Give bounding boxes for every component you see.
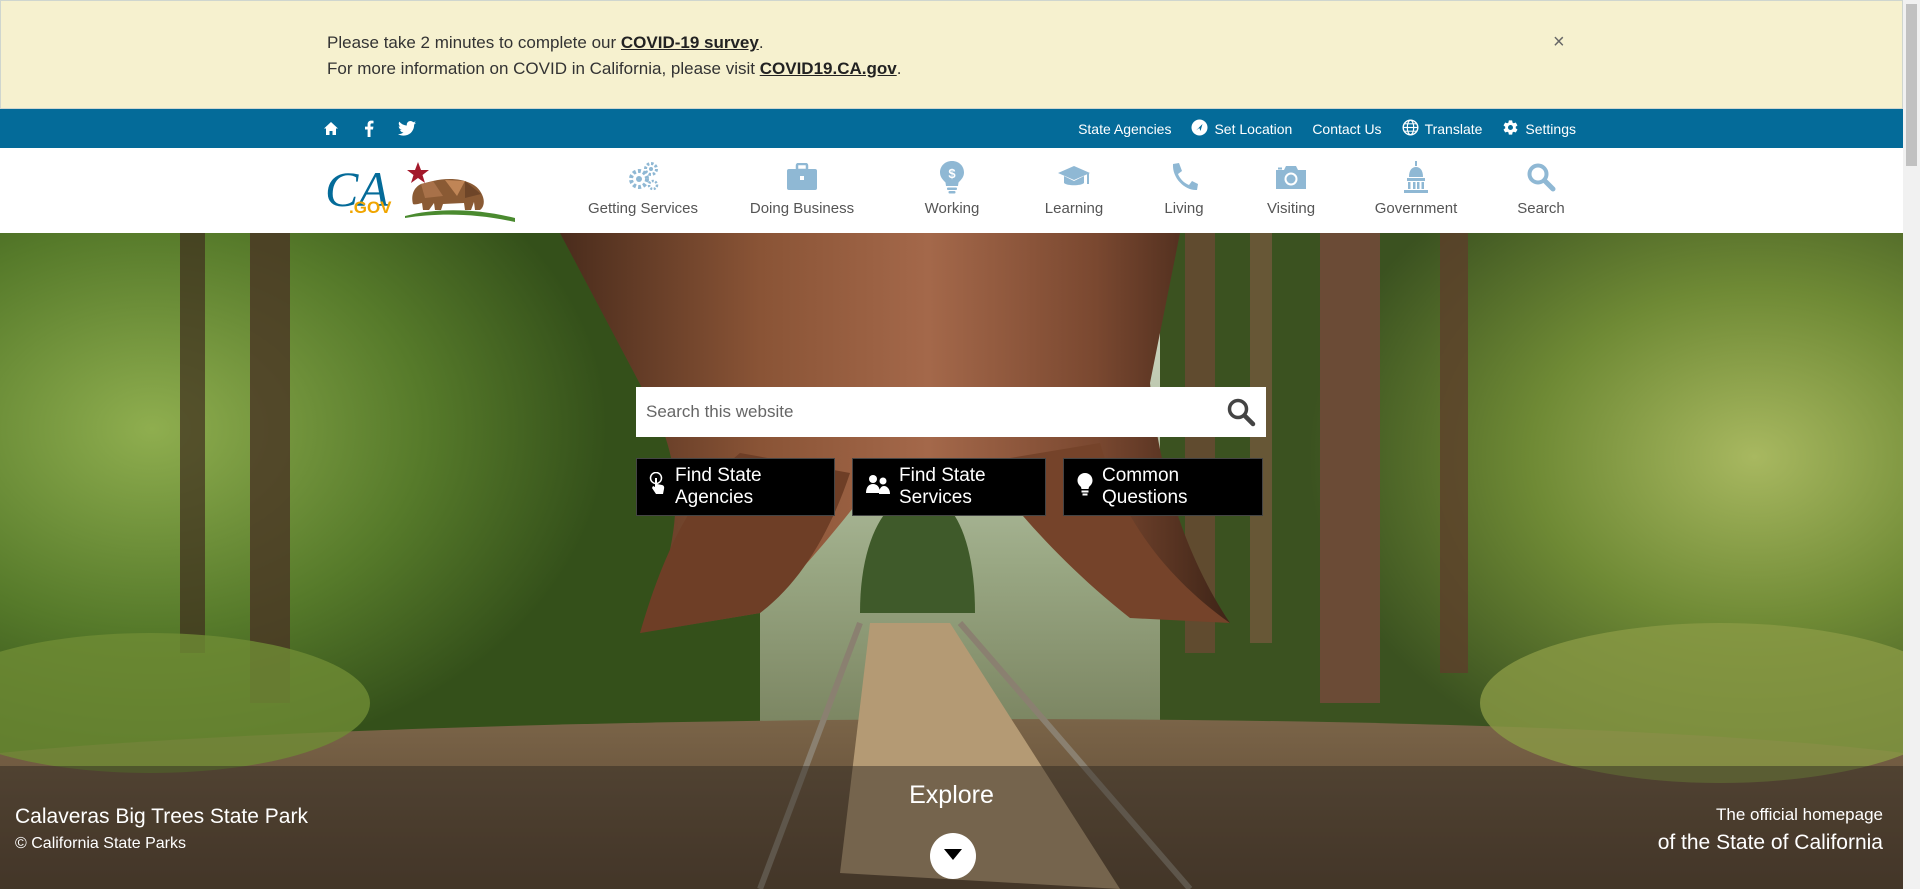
- graduation-cap-icon: [1057, 160, 1091, 194]
- search-icon: [1227, 398, 1256, 427]
- location-icon: [1191, 119, 1208, 139]
- camera-icon: [1274, 160, 1308, 194]
- home-icon[interactable]: [322, 118, 340, 138]
- explore-scroll-button[interactable]: [930, 833, 976, 879]
- nav-menu: Getting Services Doing Business $ Workin…: [570, 148, 1596, 233]
- nav-living[interactable]: Living: [1132, 148, 1236, 233]
- alert-text: Please take 2 minutes to complete our CO…: [327, 30, 901, 82]
- main-navigation: CA .GOV Getting Services Doing Business …: [0, 148, 1903, 234]
- quick-links: Find State Agencies Find State Services …: [636, 458, 1263, 516]
- settings-link[interactable]: Settings: [1502, 119, 1576, 139]
- nav-label: Search: [1517, 200, 1565, 217]
- nav-label: Learning: [1044, 200, 1104, 217]
- search-submit-button[interactable]: [1216, 387, 1266, 437]
- search-icon: [1524, 160, 1558, 194]
- page-scrollbar[interactable]: [1903, 0, 1920, 889]
- briefcase-icon: [785, 160, 819, 194]
- gears-icon: [626, 160, 660, 194]
- facebook-icon[interactable]: [360, 118, 378, 138]
- capitol-icon: [1399, 160, 1433, 194]
- official-homepage-text: The official homepage of the State of Ca…: [1658, 805, 1883, 855]
- photo-caption-credit: © California State Parks: [15, 835, 186, 852]
- find-state-services-button[interactable]: Find State Services: [852, 458, 1046, 516]
- state-agencies-label: State Agencies: [1078, 120, 1172, 137]
- state-agencies-link[interactable]: State Agencies: [1078, 121, 1171, 137]
- lightbulb-dollar-icon: $: [935, 160, 969, 194]
- hero-section: Find State Agencies Find State Services …: [0, 233, 1903, 889]
- nav-label: Visiting: [1266, 200, 1316, 217]
- nav-doing-business[interactable]: Doing Business: [716, 148, 888, 233]
- translate-label: Translate: [1424, 120, 1483, 137]
- close-alert-button[interactable]: ×: [1553, 31, 1565, 54]
- find-state-services-label: Find State Services: [899, 465, 986, 508]
- find-state-agencies-button[interactable]: Find State Agencies: [636, 458, 835, 516]
- official-line1: The official homepage: [1716, 805, 1883, 824]
- ca-gov-logo[interactable]: CA .GOV: [325, 156, 515, 226]
- users-icon: [865, 473, 891, 501]
- common-questions-button[interactable]: Common Questions: [1063, 458, 1263, 516]
- nav-visiting[interactable]: Visiting: [1236, 148, 1346, 233]
- alert-line1-prefix: Please take 2 minutes to complete our: [327, 33, 621, 52]
- lightbulb-icon: [1076, 472, 1094, 502]
- utility-header: State Agencies Set Location Contact Us T…: [0, 109, 1903, 148]
- page: Please take 2 minutes to complete our CO…: [0, 0, 1903, 889]
- settings-label: Settings: [1525, 120, 1576, 137]
- scrollbar-thumb[interactable]: [1906, 4, 1917, 166]
- nav-getting-services[interactable]: Getting Services: [570, 148, 716, 233]
- globe-icon: [1402, 118, 1419, 139]
- hero-search-box: [636, 387, 1266, 437]
- official-line2: of the State of California: [1657, 831, 1883, 854]
- nav-learning[interactable]: Learning: [1016, 148, 1132, 233]
- svg-text:$: $: [948, 166, 956, 181]
- alert-line1-suffix: .: [758, 33, 764, 52]
- logo-gov-text: .GOV: [349, 198, 392, 217]
- caret-down-icon: [942, 846, 964, 867]
- covid19-ca-gov-link[interactable]: COVID19.CA.gov: [760, 59, 897, 78]
- contact-us-label: Contact Us: [1312, 120, 1382, 137]
- set-location-link[interactable]: Set Location: [1191, 119, 1292, 139]
- nav-search[interactable]: Search: [1486, 148, 1596, 233]
- pointer-hand-icon: [649, 471, 667, 502]
- nav-label: Government: [1374, 200, 1458, 217]
- contact-us-link[interactable]: Contact Us: [1312, 121, 1381, 137]
- common-questions-label: Common Questions: [1102, 465, 1188, 508]
- covid-alert-banner: Please take 2 minutes to complete our CO…: [0, 0, 1903, 109]
- alert-line2-suffix: .: [896, 59, 902, 78]
- nav-working[interactable]: $ Working: [888, 148, 1016, 233]
- search-input[interactable]: [636, 388, 1216, 436]
- set-location-label: Set Location: [1214, 120, 1293, 137]
- social-links: [322, 118, 416, 138]
- photo-caption-title: Calaveras Big Trees State Park: [15, 805, 308, 828]
- gear-icon: [1502, 119, 1519, 139]
- translate-link[interactable]: Translate: [1402, 118, 1483, 139]
- twitter-icon[interactable]: [398, 118, 416, 138]
- nav-label: Living: [1164, 200, 1204, 217]
- alert-line2-prefix: For more information on COVID in Califor…: [327, 59, 760, 78]
- photo-caption: Calaveras Big Trees State Park © Califor…: [15, 805, 308, 853]
- nav-label: Doing Business: [749, 200, 855, 217]
- find-state-agencies-label: Find State Agencies: [675, 465, 762, 508]
- phone-icon: [1167, 160, 1201, 194]
- nav-government[interactable]: Government: [1346, 148, 1486, 233]
- utility-links: State Agencies Set Location Contact Us T…: [1078, 109, 1576, 148]
- nav-label: Getting Services: [587, 200, 699, 217]
- nav-label: Working: [924, 200, 980, 217]
- covid-survey-link[interactable]: COVID-19 survey: [621, 33, 759, 52]
